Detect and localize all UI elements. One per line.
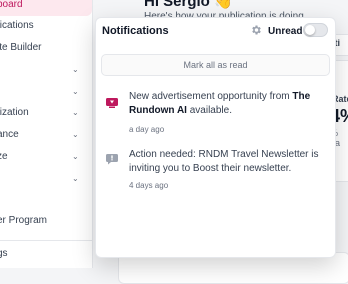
sidebar-item-label: er Program	[0, 215, 48, 226]
sidebar-item-dashboard[interactable]: board	[0, 0, 92, 16]
sidebar-item-group-3[interactable]: ⌄	[0, 168, 92, 190]
sidebar-item-group-1[interactable]: ⌄	[0, 59, 92, 81]
sidebar-item-label: ance	[0, 129, 19, 140]
unread-toggle[interactable]	[303, 23, 328, 37]
chevron-down-icon: ⌄	[72, 108, 79, 117]
toggle-knob	[305, 25, 315, 35]
sidebar-item-finance[interactable]: ance ⌄	[0, 124, 92, 146]
notification-text: New advertisement opportunity from The R…	[129, 91, 311, 116]
chevron-down-icon: ⌄	[72, 174, 79, 183]
sidebar-item-t[interactable]: t	[0, 188, 92, 210]
sidebar-item-publications[interactable]: fications	[0, 15, 92, 37]
sidebar-item-analyze[interactable]: ze ⌄	[0, 146, 92, 168]
advertisement-icon	[106, 95, 118, 108]
sidebar-item-label: ite Builder	[0, 42, 42, 53]
chevron-down-icon: ⌄	[72, 65, 79, 74]
message-icon	[106, 152, 118, 165]
sidebar-item-label: gs	[0, 248, 8, 259]
sidebar-item-group-2[interactable]: ⌄	[0, 81, 92, 103]
sidebar-item-website-builder[interactable]: ite Builder	[0, 37, 92, 59]
sidebar-item-partner-program[interactable]: er Program	[0, 210, 92, 232]
page-title: Hi Sergio 👋	[144, 0, 233, 10]
sidebar-item-label: ze	[0, 151, 8, 162]
notifications-title: Notifications	[102, 25, 169, 37]
chevron-down-icon: ⌄	[72, 87, 79, 96]
gear-icon[interactable]	[250, 24, 262, 36]
sidebar-item-label: board	[0, 0, 23, 10]
sidebar-item-settings[interactable]: gs	[0, 243, 92, 265]
chevron-down-icon: ⌄	[72, 130, 79, 139]
sidebar-divider	[0, 240, 92, 241]
notification-time: 4 days ago	[129, 181, 169, 190]
sidebar-item-label: fications	[0, 20, 34, 31]
notification-text: Action needed: RNDM Travel Newsletter is…	[129, 149, 319, 174]
sidebar-item-monetization[interactable]: tization ⌄	[0, 102, 92, 124]
notification-time: a day ago	[129, 125, 165, 134]
sidebar: board fications ite Builder ⌄ ⌄ tization…	[0, 0, 93, 268]
unread-label: Unread	[268, 26, 303, 37]
notifications-panel: Notifications Unread Mark all as read Ne…	[95, 17, 336, 258]
chevron-down-icon: ⌄	[72, 152, 79, 161]
sidebar-item-label: tization	[0, 107, 29, 118]
mark-all-read-button[interactable]: Mark all as read	[101, 54, 330, 76]
